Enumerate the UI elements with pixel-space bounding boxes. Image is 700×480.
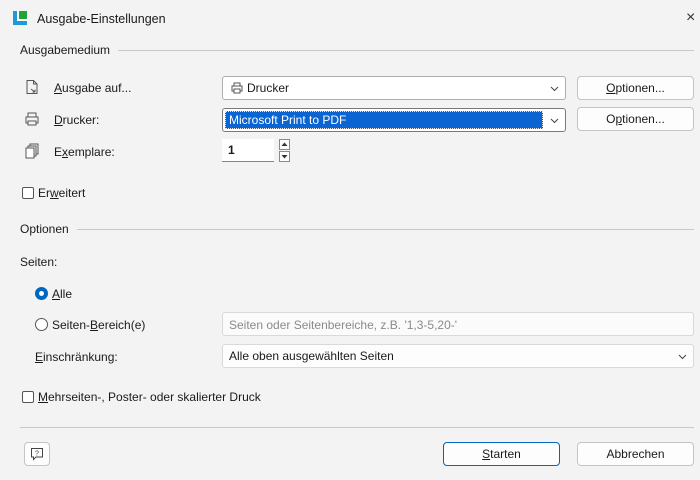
output-to-value-text: Drucker — [247, 81, 290, 95]
printer-options-button[interactable]: Optionen... — [577, 107, 694, 131]
svg-text:?: ? — [35, 451, 39, 458]
advanced-label[interactable]: Erweitert — [38, 186, 85, 200]
triangle-up-icon — [281, 142, 288, 146]
group-options: Optionen — [20, 221, 694, 237]
multipage-label-mnemonic: M — [38, 390, 48, 404]
output-to-label: Ausgabe auf... — [54, 81, 131, 95]
page-range-mnemonic: B — [90, 318, 99, 332]
advanced-label-prefix: Er — [38, 186, 50, 200]
output-to-dropdown[interactable]: Drucker — [222, 76, 566, 100]
copies-label: Exemplare: — [54, 145, 115, 159]
page-range-label[interactable]: Seiten-Bereich(e) — [52, 318, 145, 332]
output-to-label-mnemonic: A — [54, 81, 63, 95]
app-logo-icon — [13, 11, 27, 25]
output-settings-dialog: Ausgabe-Einstellungen × Ausgabemedium Au… — [0, 0, 700, 480]
output-options-button[interactable]: Optionen... — [577, 76, 694, 100]
restriction-label-mnemonic: E — [35, 350, 44, 364]
output-to-value: Drucker — [231, 81, 289, 95]
printer-icon — [231, 82, 243, 94]
page-range-radio[interactable] — [35, 318, 48, 331]
chevron-down-icon — [678, 354, 687, 360]
copies-value: 1 — [228, 143, 235, 157]
copies-input[interactable]: 1 — [222, 139, 274, 162]
group-divider — [118, 49, 694, 51]
footer-divider — [20, 427, 694, 428]
all-pages-mnemonic: A — [52, 287, 61, 301]
page-range-prefix: Seiten- — [52, 318, 91, 332]
window-title: Ausgabe-Einstellungen — [37, 12, 166, 26]
start-button-text: tarten — [490, 447, 521, 461]
pages-label: Seiten: — [20, 255, 58, 269]
printer-options-text: tionen... — [622, 112, 665, 126]
restriction-value: Alle oben ausgewählten Seiten — [229, 349, 394, 363]
page-export-icon — [26, 80, 38, 94]
printer-label-mnemonic: D — [54, 113, 63, 127]
page-range-placeholder: Seiten oder Seitenbereiche, z.B. '1,3-5,… — [229, 318, 458, 332]
help-icon: ? — [31, 448, 43, 461]
page-range-text: ereich(e) — [98, 318, 146, 332]
printer-value: Microsoft Print to PDF — [229, 113, 347, 127]
multipage-checkbox[interactable] — [22, 391, 34, 403]
printer-dropdown[interactable]: Microsoft Print to PDF — [222, 108, 566, 132]
start-button[interactable]: Starten — [443, 442, 560, 466]
all-pages-text: lle — [60, 287, 73, 301]
printer-icon — [25, 112, 39, 126]
close-button[interactable]: × — [686, 8, 700, 28]
advanced-label-text: eitert — [58, 186, 86, 200]
help-button[interactable]: ? — [24, 442, 50, 466]
copies-decrement-button[interactable] — [279, 151, 290, 162]
printer-label: Drucker: — [54, 113, 99, 127]
copies-increment-button[interactable] — [279, 139, 290, 150]
group-output-medium-label: Ausgabemedium — [20, 43, 111, 57]
advanced-checkbox[interactable] — [22, 187, 34, 199]
multipage-label[interactable]: Mehrseiten-, Poster- oder skalierter Dru… — [38, 390, 261, 404]
copies-spinner — [279, 139, 290, 163]
restriction-dropdown[interactable]: Alle oben ausgewählten Seiten — [222, 344, 694, 368]
chevron-down-icon — [550, 118, 559, 124]
restriction-label-text: inschränkung: — [43, 350, 118, 364]
triangle-down-icon — [281, 155, 288, 159]
group-output-medium: Ausgabemedium — [20, 42, 694, 58]
title-bar: Ausgabe-Einstellungen × — [0, 0, 700, 38]
chevron-down-icon — [550, 86, 559, 92]
multipage-label-text: ehrseiten-, Poster- oder skalierter Druc… — [48, 390, 261, 404]
output-options-text: ptionen... — [615, 81, 665, 95]
all-pages-radio[interactable] — [35, 287, 48, 300]
group-options-label: Optionen — [20, 222, 69, 236]
printer-label-text: rucker: — [62, 113, 100, 127]
start-button-mnemonic: S — [482, 447, 491, 461]
copies-icon — [25, 143, 39, 159]
copies-label-prefix: E — [54, 145, 63, 159]
output-to-label-text: usgabe auf... — [62, 81, 132, 95]
restriction-label: Einschränkung: — [35, 350, 118, 364]
cancel-button[interactable]: Abbrechen — [577, 442, 694, 466]
page-range-input[interactable]: Seiten oder Seitenbereiche, z.B. '1,3-5,… — [222, 312, 694, 336]
advanced-label-mnemonic: w — [50, 186, 59, 200]
group-divider — [76, 228, 694, 230]
copies-label-text: emplare: — [68, 145, 115, 159]
all-pages-label[interactable]: Alle — [52, 287, 72, 301]
